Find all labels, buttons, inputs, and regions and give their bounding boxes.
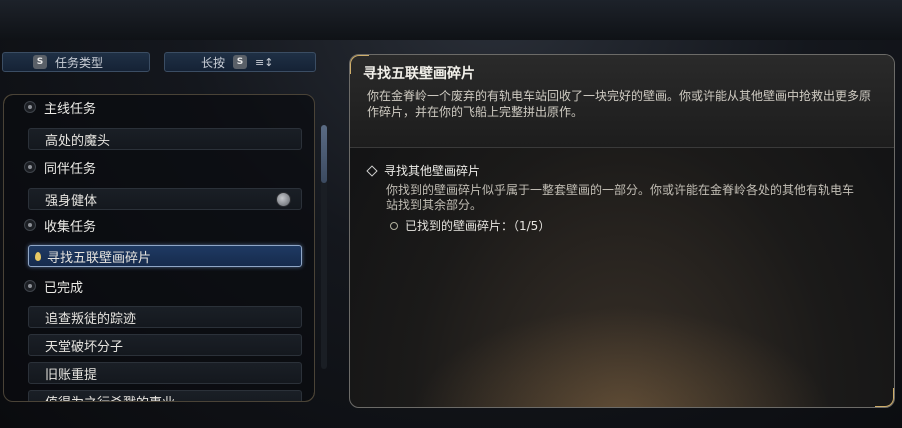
quest-item-label: 高处的魔头	[45, 133, 111, 149]
objective-title-row: 寻找其他壁画碎片	[366, 162, 868, 179]
top-bar	[0, 0, 902, 40]
quest-item-qiangshen[interactable]: 强身健体	[28, 188, 302, 210]
quest-list-panel: 主线任务 高处的魔头 同伴任务 强身健体 收集任务 寻找五联壁画碎片 已完成 追…	[3, 94, 315, 402]
quest-title: 寻找五联壁画碎片	[363, 66, 475, 82]
category-completed[interactable]: 已完成	[24, 275, 83, 297]
key-hint-s-hold: S	[233, 55, 248, 69]
category-dot-icon	[24, 280, 36, 292]
objective-title: 寻找其他壁画碎片	[384, 164, 481, 178]
sub-objective-text: 已找到的壁画碎片：（1/5）	[405, 219, 551, 233]
scrollbar-thumb[interactable]	[321, 125, 327, 183]
quest-item-completed-3[interactable]: 旧账重提	[28, 362, 302, 384]
companion-avatar-icon	[276, 191, 291, 207]
category-dot-icon	[24, 219, 36, 231]
category-collect[interactable]: 收集任务	[24, 214, 96, 236]
panel-corner-ornament	[875, 388, 894, 407]
quest-item-selected[interactable]: 寻找五联壁画碎片	[28, 245, 302, 267]
quest-item-completed-4[interactable]: 值得为之行杀戮的事业	[28, 390, 302, 402]
quest-item-label: 寻找五联壁画碎片	[47, 250, 152, 266]
quest-item-completed-1[interactable]: 追查叛徒的踪迹	[28, 306, 302, 328]
category-companion-label: 同伴任务	[44, 161, 97, 177]
category-completed-label: 已完成	[44, 280, 84, 296]
objective-block: 寻找其他壁画碎片 你找到的壁画碎片似乎属于一整套壁画的一部分。你或许能在金脊岭各…	[366, 162, 868, 234]
quest-type-label: 任务类型	[55, 55, 104, 70]
category-companion[interactable]: 同伴任务	[24, 156, 96, 178]
key-hint-s: S	[33, 55, 47, 69]
category-main[interactable]: 主线任务	[24, 96, 96, 118]
active-quest-icon	[35, 251, 41, 261]
quest-item-completed-2[interactable]: 天堂破坏分子	[28, 334, 302, 356]
panel-glow	[410, 307, 834, 407]
quest-list-scrollbar[interactable]	[321, 125, 327, 369]
hold-sort-button[interactable]: 长按 S ≡↕	[164, 52, 316, 72]
quest-item-label: 天堂破坏分子	[45, 339, 124, 355]
category-main-label: 主线任务	[44, 101, 97, 117]
quest-item-label: 追查叛徒的踪迹	[45, 311, 137, 327]
quest-type-filter[interactable]: S 任务类型	[2, 52, 150, 72]
quest-detail-panel: 寻找五联壁画碎片 你在金脊岭一个废弃的有轨电车站回收了一块完好的壁画。你或许能从…	[349, 54, 895, 408]
sub-objective-row: 已找到的壁画碎片：（1/5）	[390, 217, 868, 234]
quest-description: 你在金脊岭一个废弃的有轨电车站回收了一块完好的壁画。你或许能从其他壁画中抢救出更…	[367, 89, 872, 119]
objective-diamond-icon	[366, 164, 378, 177]
quest-detail-header: 寻找五联壁画碎片 你在金脊岭一个废弃的有轨电车站回收了一块完好的壁画。你或许能从…	[350, 55, 894, 148]
objective-description: 你找到的壁画碎片似乎属于一整套壁画的一部分。你或许能在金脊岭各处的其他有轨电车站…	[386, 183, 855, 212]
quest-item-label: 值得为之行杀戮的事业	[45, 392, 175, 402]
sub-objective-ring-icon	[390, 221, 398, 230]
category-dot-icon	[24, 101, 36, 113]
category-dot-icon	[24, 161, 36, 173]
quest-item-gaochu[interactable]: 高处的魔头	[28, 128, 302, 150]
quest-list: 主线任务 高处的魔头 同伴任务 强身健体 收集任务 寻找五联壁画碎片 已完成 追…	[4, 95, 314, 401]
panel-corner-ornament	[350, 55, 369, 74]
hold-label: 长按	[201, 55, 226, 70]
quest-item-label: 强身健体	[45, 193, 98, 209]
quest-item-label: 旧账重提	[45, 367, 98, 383]
sort-icon: ≡↕	[255, 55, 274, 69]
category-collect-label: 收集任务	[44, 219, 97, 235]
